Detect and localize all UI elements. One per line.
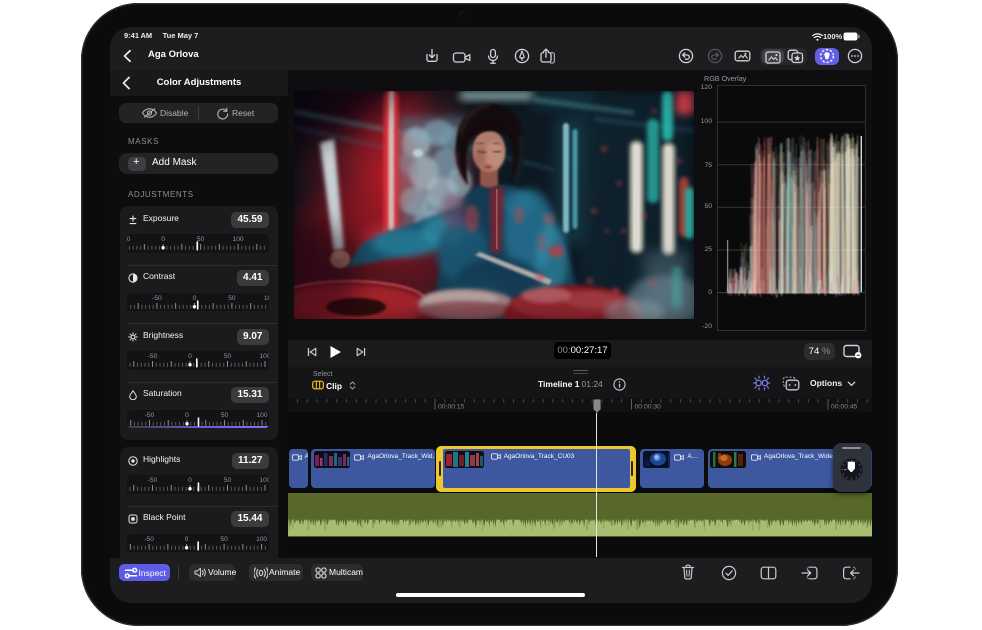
svg-text:-50: -50 xyxy=(127,236,131,243)
svg-text:50: 50 xyxy=(221,412,229,419)
svg-text:-50: -50 xyxy=(148,477,158,484)
svg-text:0: 0 xyxy=(188,477,192,484)
svg-text:0: 0 xyxy=(193,295,197,302)
svg-text:100: 100 xyxy=(233,236,244,243)
svg-text:50: 50 xyxy=(220,536,228,543)
svg-text:100: 100 xyxy=(259,353,268,360)
svg-text:-50: -50 xyxy=(148,353,158,360)
svg-text:50: 50 xyxy=(228,295,236,302)
svg-text:-50: -50 xyxy=(145,412,155,419)
svg-text:100: 100 xyxy=(256,536,267,543)
svg-text:0: 0 xyxy=(185,412,189,419)
svg-text:00:00:30: 00:00:30 xyxy=(635,403,662,410)
svg-text:100: 100 xyxy=(264,295,269,302)
svg-text:-50: -50 xyxy=(152,295,162,302)
svg-text:100: 100 xyxy=(256,412,267,419)
svg-text:0: 0 xyxy=(161,236,165,243)
svg-text:00:00:15: 00:00:15 xyxy=(438,403,465,410)
svg-text:-50: -50 xyxy=(144,536,154,543)
svg-text:100: 100 xyxy=(259,477,268,484)
svg-text:50: 50 xyxy=(224,477,232,484)
svg-text:50: 50 xyxy=(224,353,232,360)
svg-text:0: 0 xyxy=(185,536,189,543)
svg-text:0: 0 xyxy=(188,353,192,360)
svg-text:00:00:45: 00:00:45 xyxy=(831,403,858,410)
